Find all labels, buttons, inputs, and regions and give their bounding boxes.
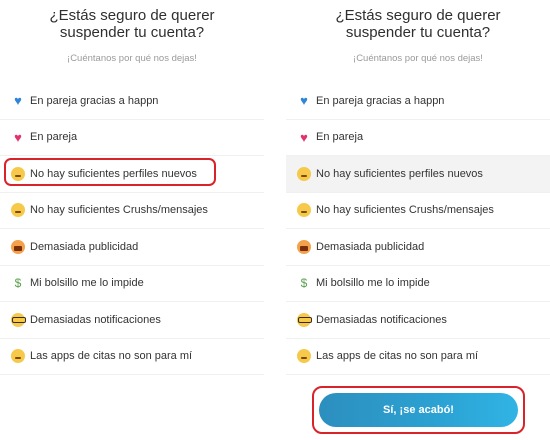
- reason-item-too-many-ads[interactable]: Demasiada publicidad: [0, 229, 264, 266]
- reason-label: No hay suficientes perfiles nuevos: [316, 167, 483, 180]
- page-title: ¿Estás seguro de querer suspender tu cue…: [286, 7, 550, 41]
- reason-item-not-enough-crushes[interactable]: No hay suficientes Crushs/mensajes: [286, 193, 550, 229]
- screaming-face-icon: [297, 239, 311, 254]
- reason-item-in-couple-happn[interactable]: ♥ En pareja gracias a happn: [0, 83, 264, 120]
- reason-label: Mi bolsillo me lo impide: [316, 277, 430, 290]
- blue-heart-icon: ♥: [300, 93, 308, 109]
- reason-item-budget[interactable]: $ Mi bolsillo me lo impide: [0, 266, 264, 302]
- reason-label: Demasiadas notificaciones: [316, 313, 447, 326]
- neutral-face-icon: [11, 349, 25, 364]
- suspend-screen-left: ¿Estás seguro de querer suspender tu cue…: [0, 0, 264, 440]
- suspend-screen-right: ¿Estás seguro de querer suspender tu cue…: [286, 0, 550, 440]
- page-subtitle: ¡Cuéntanos por qué nos dejas!: [353, 53, 483, 64]
- page-subtitle: ¡Cuéntanos por qué nos dejas!: [67, 53, 197, 64]
- reason-list: ♥ En pareja gracias a happn ♥ En pareja …: [286, 83, 550, 375]
- reason-item-budget[interactable]: $ Mi bolsillo me lo impide: [286, 266, 550, 302]
- worried-face-icon: [11, 203, 25, 218]
- reason-item-not-enough-crushes[interactable]: No hay suficientes Crushs/mensajes: [0, 193, 264, 229]
- reason-label: No hay suficientes perfiles nuevos: [30, 167, 197, 180]
- reason-item-not-enough-profiles-selected[interactable]: No hay suficientes perfiles nuevos: [286, 156, 550, 193]
- money-with-wings-icon: $: [300, 276, 308, 291]
- reason-label: Las apps de citas no son para mí: [316, 350, 479, 363]
- screaming-face-icon: [11, 239, 25, 254]
- reason-label: Demasiadas notificaciones: [30, 313, 161, 326]
- reason-item-in-couple-happn[interactable]: ♥ En pareja gracias a happn: [286, 83, 550, 120]
- title-line-2: suspender tu cuenta?: [59, 24, 205, 41]
- worried-face-icon: [297, 166, 311, 181]
- page-title: ¿Estás seguro de querer suspender tu cue…: [0, 7, 264, 41]
- title-line-1: ¿Estás seguro de querer: [49, 7, 215, 24]
- screens: ¿Estás seguro de querer suspender tu cue…: [0, 0, 550, 440]
- reason-label: En pareja gracias a happn: [30, 94, 159, 107]
- reason-item-in-couple[interactable]: ♥ En pareja: [0, 120, 264, 156]
- reason-item-dating-apps-not-for-me[interactable]: Las apps de citas no son para mí: [0, 339, 264, 375]
- reason-label: En pareja: [30, 131, 78, 144]
- reason-item-dating-apps-not-for-me[interactable]: Las apps de citas no son para mí: [286, 339, 550, 375]
- reason-label: Las apps de citas no son para mí: [30, 350, 193, 363]
- reason-item-not-enough-profiles[interactable]: No hay suficientes perfiles nuevos: [0, 156, 264, 193]
- nerd-face-icon: [11, 312, 26, 327]
- title-line-1: ¿Estás seguro de querer: [335, 7, 501, 24]
- reason-label: No hay suficientes Crushs/mensajes: [316, 204, 494, 217]
- reason-item-too-many-ads[interactable]: Demasiada publicidad: [286, 229, 550, 266]
- reason-label: En pareja gracias a happn: [316, 94, 445, 107]
- reason-label: Demasiada publicidad: [30, 240, 139, 253]
- reason-item-too-many-notifications[interactable]: Demasiadas notificaciones: [0, 302, 264, 339]
- reason-item-too-many-notifications[interactable]: Demasiadas notificaciones: [286, 302, 550, 339]
- reason-label: Demasiada publicidad: [316, 240, 425, 253]
- reason-label: No hay suficientes Crushs/mensajes: [30, 204, 208, 217]
- two-hearts-icon: ♥: [14, 129, 22, 145]
- money-with-wings-icon: $: [14, 276, 22, 291]
- blue-heart-icon: ♥: [14, 93, 22, 109]
- title-line-2: suspender tu cuenta?: [345, 24, 491, 41]
- reason-label: Mi bolsillo me lo impide: [30, 277, 144, 290]
- neutral-face-icon: [297, 349, 311, 364]
- reason-label: En pareja: [316, 131, 364, 144]
- reason-list: ♥ En pareja gracias a happn ♥ En pareja …: [0, 83, 264, 375]
- reason-item-in-couple[interactable]: ♥ En pareja: [286, 120, 550, 156]
- two-hearts-icon: ♥: [300, 129, 308, 145]
- worried-face-icon: [11, 166, 25, 181]
- nerd-face-icon: [297, 312, 312, 327]
- worried-face-icon: [297, 203, 311, 218]
- confirm-suspend-button[interactable]: Sí, ¡se acabó!: [319, 393, 518, 427]
